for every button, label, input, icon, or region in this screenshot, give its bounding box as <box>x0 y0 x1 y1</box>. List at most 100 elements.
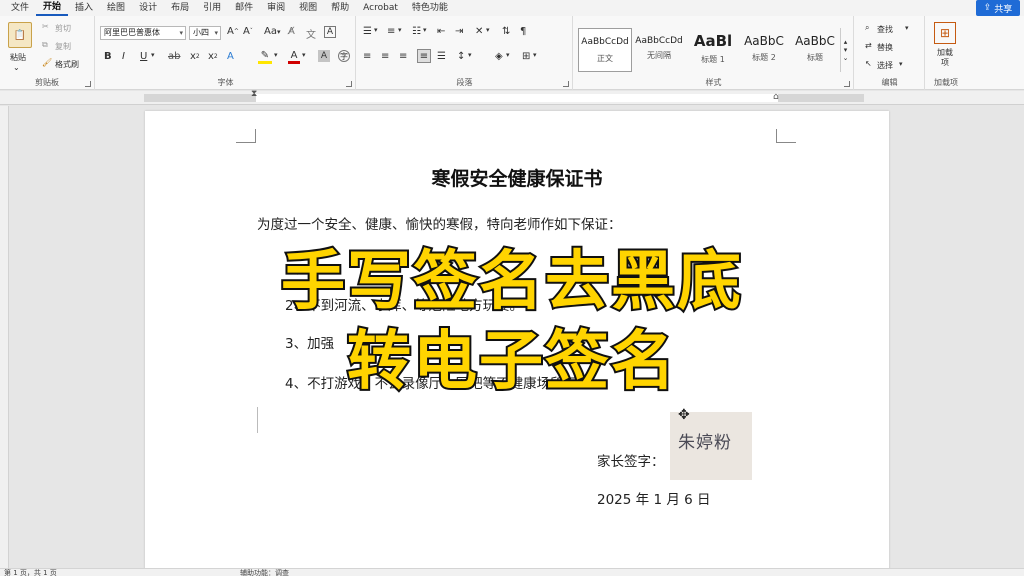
page-count[interactable]: 第 1 页，共 1 页 <box>4 568 57 576</box>
align-right-icon[interactable]: ≡ <box>399 51 407 62</box>
style-no-spacing[interactable]: AaBbCcDd 无间隔 <box>632 28 686 72</box>
italic-icon[interactable]: I <box>122 51 125 62</box>
chevron-down-icon[interactable]: ▾ <box>374 26 378 34</box>
more-styles-icon[interactable]: ⌄ <box>843 54 849 62</box>
numbering-icon[interactable]: ≡ <box>387 26 395 37</box>
find-button[interactable]: 查找 <box>877 24 893 35</box>
horizontal-ruler[interactable]: ⧗ ⌂ <box>0 89 1024 105</box>
chevron-down-icon[interactable]: ▾ <box>423 26 427 34</box>
chevron-down-icon[interactable]: ▾ <box>468 51 472 59</box>
styles-scroll[interactable]: ▴ ▾ ⌄ <box>840 28 850 72</box>
replace-button[interactable]: 替换 <box>877 42 893 53</box>
phonetic-guide-icon[interactable]: 文 <box>306 26 316 41</box>
subscript-icon[interactable]: x2 <box>190 51 200 62</box>
overlay-caption-line-2: 转电子签名 <box>345 323 677 401</box>
paste-icon[interactable]: 📋 <box>8 22 32 48</box>
chevron-up-icon[interactable]: ▴ <box>844 38 848 46</box>
align-left-icon[interactable]: ≡ <box>363 51 371 62</box>
align-center-icon[interactable]: ≡ <box>381 51 389 62</box>
paste-label[interactable]: 粘贴 <box>10 52 26 63</box>
char-shading-icon[interactable]: A <box>318 50 330 62</box>
paragraph-launcher-icon[interactable] <box>563 81 569 87</box>
shrink-font-icon[interactable]: Aˇ <box>243 26 253 37</box>
copy-button[interactable]: 复制 <box>55 41 71 52</box>
signature-label[interactable]: 家长签字： <box>597 450 665 470</box>
multilevel-list-icon[interactable]: ☷ <box>412 26 421 37</box>
increase-indent-icon[interactable]: ⇥ <box>455 26 463 37</box>
change-case-icon[interactable]: Aa ▾ <box>264 26 280 37</box>
tab-help[interactable]: 帮助 <box>324 0 356 16</box>
chevron-down-icon[interactable]: ▾ <box>274 51 278 59</box>
underline-icon[interactable]: U <box>140 51 147 62</box>
chevron-down-icon[interactable]: ▾ <box>398 26 402 34</box>
grow-font-icon[interactable]: A ^ <box>227 26 239 37</box>
tab-review[interactable]: 审阅 <box>260 0 292 16</box>
bold-icon[interactable]: B <box>104 51 112 62</box>
tab-mailings[interactable]: 邮件 <box>228 0 260 16</box>
chevron-down-icon[interactable]: ▾ <box>506 51 510 59</box>
style-normal[interactable]: AaBbCcDd 正文 <box>578 28 632 72</box>
accessibility-status[interactable]: 辅助功能：调查 <box>240 568 289 576</box>
highlight-icon[interactable]: ✎ <box>258 50 272 64</box>
line-spacing-icon[interactable]: ↕ <box>457 51 465 62</box>
addins-button[interactable]: 加载项 <box>935 48 955 68</box>
tab-references[interactable]: 引用 <box>196 0 228 16</box>
indent-marker-icon[interactable]: ⧗ <box>251 89 257 99</box>
chevron-down-icon[interactable]: ▾ <box>533 51 537 59</box>
chevron-down-icon[interactable]: ▾ <box>905 24 909 32</box>
chevron-down-icon: ▾ <box>179 29 183 37</box>
clipboard-launcher-icon[interactable] <box>85 81 91 87</box>
style-heading-2[interactable]: AaBbC 标题 2 <box>737 28 791 72</box>
tab-home[interactable]: 开始 <box>36 1 69 16</box>
addins-icon[interactable]: ⊞ <box>934 22 956 44</box>
paste-dropdown-icon[interactable]: ⌄ <box>13 63 20 72</box>
distributed-icon[interactable]: ☰ <box>437 51 446 62</box>
tab-insert[interactable]: 插入 <box>68 0 100 16</box>
select-button[interactable]: 选择 <box>877 60 893 71</box>
font-launcher-icon[interactable] <box>346 81 352 87</box>
search-icon: ⌕ <box>865 23 870 32</box>
strikethrough-icon[interactable]: ab <box>168 51 180 62</box>
chevron-down-icon[interactable]: ▾ <box>844 46 848 54</box>
char-border-icon[interactable]: A <box>324 26 336 38</box>
cut-button[interactable]: 剪切 <box>55 23 71 34</box>
tab-design[interactable]: 设计 <box>132 0 164 16</box>
chinese-layout-icon[interactable]: ✕ <box>475 26 483 37</box>
font-size-select[interactable]: 小四 ▾ <box>189 26 221 40</box>
sort-icon[interactable]: ⇅ <box>502 26 510 37</box>
shading-icon[interactable]: ◈ <box>495 51 503 62</box>
justify-icon[interactable]: ≡ <box>417 49 431 63</box>
chevron-down-icon[interactable]: ▾ <box>486 26 490 34</box>
crop-mark <box>236 129 256 143</box>
style-title[interactable]: AaBbC 标题 <box>788 28 842 72</box>
tab-view[interactable]: 视图 <box>292 0 324 16</box>
chevron-down-icon[interactable]: ▾ <box>899 60 903 68</box>
style-sample: AaBl <box>693 32 733 50</box>
right-indent-marker-icon[interactable]: ⌂ <box>773 92 779 102</box>
tab-file[interactable]: 文件 <box>4 0 36 16</box>
show-marks-icon[interactable]: ¶ <box>520 26 526 37</box>
enclose-char-icon[interactable]: 字 <box>338 50 350 62</box>
font-name-select[interactable]: 阿里巴巴普惠体 ▾ <box>100 26 186 40</box>
style-heading-1[interactable]: AaBl 标题 1 <box>686 28 740 72</box>
document-title[interactable]: 寒假安全健康保证书 <box>145 164 889 191</box>
text-effects-icon[interactable]: A <box>227 51 234 62</box>
tab-features[interactable]: 特色功能 <box>405 0 455 16</box>
signature-handwriting: 朱婷粉 <box>678 433 732 453</box>
format-painter-button[interactable]: 格式刷 <box>55 59 79 70</box>
crop-mark <box>776 129 796 143</box>
chevron-down-icon[interactable]: ▾ <box>151 51 155 59</box>
tab-draw[interactable]: 绘图 <box>100 0 132 16</box>
tab-layout[interactable]: 布局 <box>164 0 196 16</box>
superscript-icon[interactable]: x2 <box>208 51 218 62</box>
share-button[interactable]: ⇪ 共享 <box>976 0 1020 16</box>
clear-format-icon[interactable]: A̸ <box>288 26 295 37</box>
tab-acrobat[interactable]: Acrobat <box>356 0 405 16</box>
borders-icon[interactable]: ⊞ <box>522 51 530 62</box>
font-color-icon[interactable]: A <box>288 50 300 64</box>
bullets-icon[interactable]: ☰ <box>363 26 372 37</box>
decrease-indent-icon[interactable]: ⇤ <box>437 26 445 37</box>
document-date[interactable]: 2025 年 1 月 6 日 <box>597 488 711 508</box>
styles-launcher-icon[interactable] <box>844 81 850 87</box>
chevron-down-icon[interactable]: ▾ <box>302 51 306 59</box>
